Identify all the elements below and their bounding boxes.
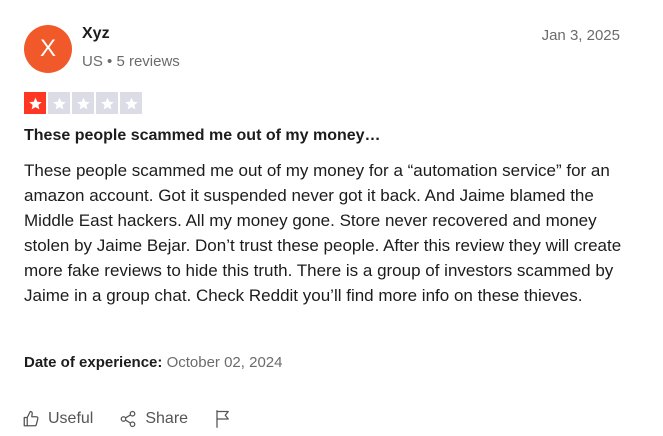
review-card: X Xyz US • 5 reviews Jan 3, 2025 These p… [0,0,663,436]
star-icon [96,92,118,114]
reviewer-name[interactable]: Xyz [82,25,110,43]
flag-icon [214,409,232,429]
star-icon [72,92,94,114]
meta-separator: • [107,53,113,70]
star-icon [48,92,70,114]
share-label: Share [145,410,189,427]
report-button[interactable] [214,409,232,429]
review-date: Jan 3, 2025 [541,27,620,44]
experience-date: October 02, 2024 [166,354,283,371]
review-title[interactable]: These people scammed me out of my money… [24,127,381,145]
experience-label: Date of experience: [24,354,163,371]
share-button[interactable]: Share [119,410,188,428]
useful-label: Useful [48,410,94,427]
avatar[interactable]: X [24,25,72,73]
star-rating [24,92,142,114]
reviewer-meta: US • 5 reviews [82,53,180,70]
reviewer-review-count: 5 reviews [116,53,180,70]
star-icon [24,92,46,114]
date-of-experience: Date of experience: October 02, 2024 [24,354,282,371]
star-icon [120,92,142,114]
review-body: These people scammed me out of my money … [24,161,622,305]
thumbs-up-icon [22,410,40,428]
share-icon [119,410,137,428]
reviewer-country: US [82,53,103,70]
review-actions: Useful Share [22,408,232,430]
useful-button[interactable]: Useful [22,410,93,428]
